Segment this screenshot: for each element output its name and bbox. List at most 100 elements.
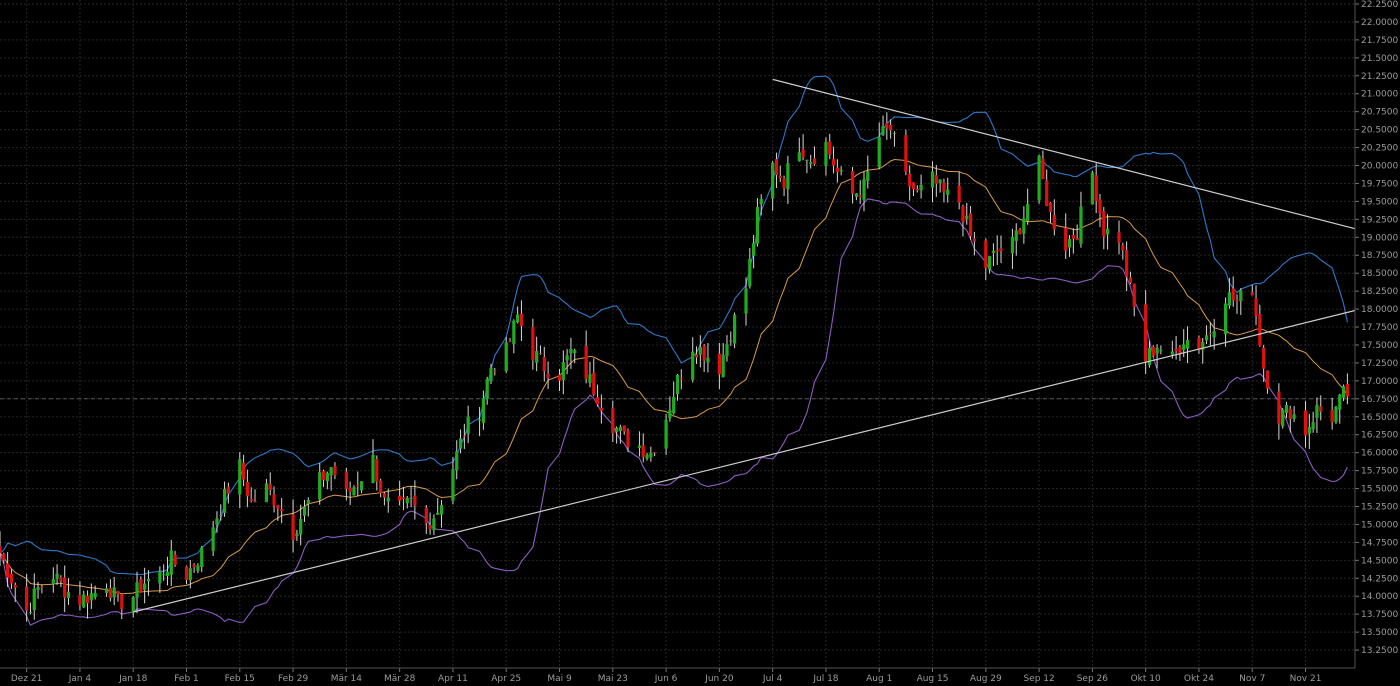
candle-body [1330,409,1334,423]
candle-body [405,498,409,504]
candle-body [1151,347,1155,357]
candle-body [28,611,33,613]
plot-background [0,0,1355,668]
candle-body [664,419,668,449]
candle-body [55,573,59,579]
candle-body [557,374,562,381]
candle-body [1079,206,1083,244]
y-tick-label: 20.5000 [1361,126,1398,136]
candle-body [348,487,352,492]
candle-body [774,159,779,175]
candle-body [504,342,508,372]
y-tick-label: 15.5000 [1361,485,1398,495]
y-tick-label: 15.2500 [1361,502,1398,512]
y-tick-label: 15.7500 [1361,467,1398,477]
candle-body [169,550,173,575]
x-tick-label: Aug 1 [866,674,892,684]
x-tick-label: Nov 21 [1290,674,1322,684]
x-tick-label: Jan 18 [118,674,147,684]
candle-body [455,451,459,471]
candle-body [618,426,623,431]
candle-body [1064,227,1068,251]
y-tick-label: 21.2500 [1361,72,1398,82]
candle-body [93,592,97,598]
candle-body [245,481,250,497]
candle-body [1345,383,1350,397]
candle-body [1094,175,1098,202]
x-axis: Dez 21 Jan 4 Jan 18 Feb 1 Feb 15 Feb 29 Mär 14… [0,667,1355,684]
candle-body [1204,335,1209,341]
candle-body [146,579,151,582]
candle-body [972,238,976,242]
candle-body [356,485,360,487]
candle-body [1277,391,1281,425]
candle-body [222,488,227,513]
candle-body [835,167,839,172]
candle-body [561,362,565,380]
candle-body [9,573,14,584]
chart-container: 22.2500 22.0000 21.7500 21.5000 21.2500 21.00… [0,0,1400,686]
candle-body [386,497,390,502]
candle-body [466,416,470,434]
candle-body [1178,346,1182,354]
candle-body [85,595,90,604]
candle-body [672,396,676,414]
candle-body [1132,283,1136,308]
candle-body [1319,406,1323,412]
candle-body [379,480,383,494]
y-tick-label: 21.5000 [1361,54,1398,64]
candle-body [413,495,417,506]
candle-body [828,141,832,155]
candle-body [584,345,588,380]
x-tick-label: Jun 6 [654,674,678,684]
candle-body [359,481,364,491]
candle-body [778,175,782,178]
candle-body [489,367,493,382]
candle-body [1239,290,1243,301]
x-tick-label: Dez 21 [11,674,43,684]
candle-body [866,171,870,181]
candle-body [481,398,486,423]
candle-body [748,258,752,287]
candle-body [565,355,569,361]
x-tick-label: Apr 11 [438,674,468,684]
candle [1334,405,1338,424]
candle-body [1174,348,1178,351]
candle-body [112,587,116,598]
y-tick-label: 21.7500 [1361,36,1398,46]
candle-body [771,162,775,199]
candle-body [211,527,215,552]
candle-body [1147,347,1152,366]
candle-body [2,554,6,561]
candle-body [569,348,573,354]
y-tick-label: 17.7500 [1361,323,1398,333]
candlestick-chart: 22.2500 22.0000 21.7500 21.5000 21.2500 21.00… [0,0,1398,684]
candle-body [192,564,196,568]
candle-body [1071,234,1075,239]
candle-body [321,471,326,481]
y-tick-label: 20.7500 [1361,108,1398,118]
candle-body [241,462,246,480]
candle-body [382,493,387,498]
candle-body [649,452,653,458]
candle-body [272,494,276,506]
candle-body [371,454,375,484]
candle-body [165,571,170,577]
candle-body [592,372,596,395]
candle-body [786,163,790,190]
candle-body [668,410,672,419]
candle-body [508,340,512,342]
candle-body [59,577,63,582]
candle [1151,345,1155,358]
candle-body [965,215,969,219]
candle-body [877,136,881,168]
candle-body [135,582,139,598]
candle-body [942,182,946,192]
candle-body [752,242,756,256]
x-tick-label: Okt 24 [1184,674,1214,684]
candle-body [645,454,649,459]
candle-body [25,586,29,611]
candle-body [999,248,1003,251]
y-tick-label: 21.0000 [1361,90,1398,100]
candle-body [325,473,329,482]
